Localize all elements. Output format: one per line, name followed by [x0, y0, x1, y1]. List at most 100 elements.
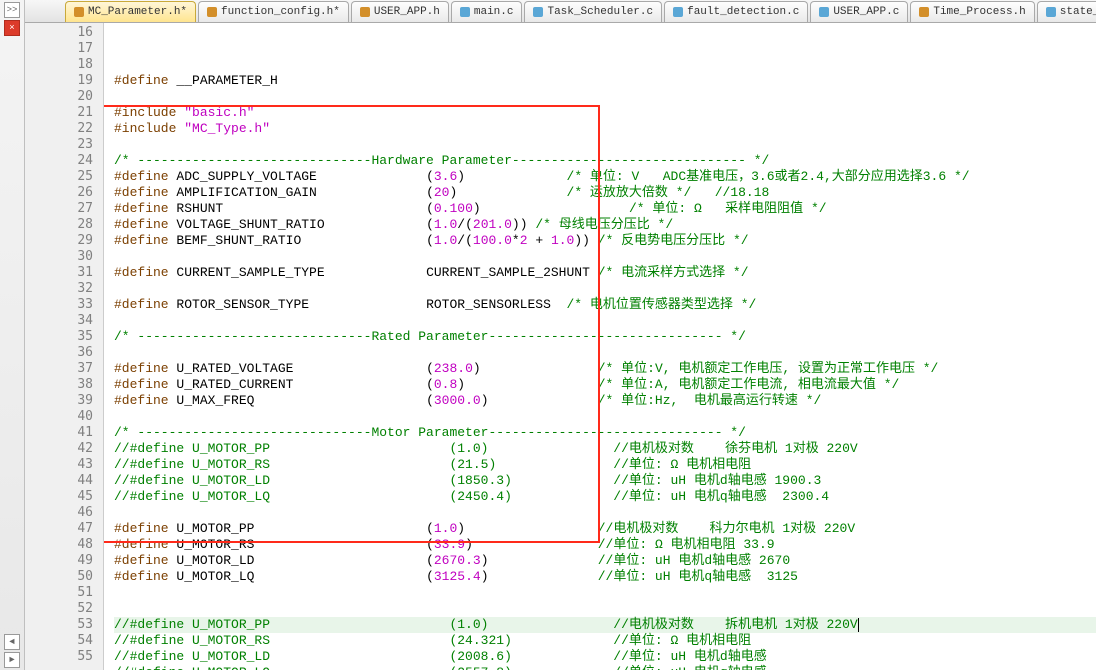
code-line[interactable]: //#define U_MOTOR_RS (24.321) //单位: Ω 电机…: [114, 633, 1096, 649]
line-number: 47: [25, 521, 93, 537]
line-number: 31: [25, 265, 93, 281]
tab-label: fault_detection.c: [687, 6, 799, 18]
toolbar-close-button[interactable]: ×: [4, 20, 20, 36]
toolbar-expand-icon[interactable]: >>: [4, 2, 20, 18]
line-number: 48: [25, 537, 93, 553]
code-line[interactable]: //#define U_MOTOR_LD (2008.6) //单位: uH 电…: [114, 649, 1096, 665]
line-number: 38: [25, 377, 93, 393]
code-line[interactable]: #define CURRENT_SAMPLE_TYPE CURRENT_SAMP…: [114, 265, 1096, 281]
editor-root: >> × ◄ ► MC_Parameter.h* function_config.…: [0, 0, 1096, 670]
line-number: 32: [25, 281, 93, 297]
code-line[interactable]: #define U_MOTOR_RS (33.9) //单位: Ω 电机相电阻 …: [114, 537, 1096, 553]
file-type-icon: [207, 7, 217, 17]
tab-label: USER_APP.h: [374, 6, 440, 18]
tab-label: Time_Process.h: [933, 6, 1025, 18]
code-line[interactable]: #define ADC_SUPPLY_VOLTAGE (3.6) /* 单位: …: [114, 169, 1096, 185]
line-number: 29: [25, 233, 93, 249]
code-line[interactable]: #define __PARAMETER_H: [114, 73, 1096, 89]
line-number: 45: [25, 489, 93, 505]
code-line[interactable]: #include "MC_Type.h": [114, 121, 1096, 137]
line-number: 46: [25, 505, 93, 521]
code-line[interactable]: #define ROTOR_SENSOR_TYPE ROTOR_SENSORLE…: [114, 297, 1096, 313]
code-line[interactable]: /* ------------------------------Motor P…: [114, 425, 1096, 441]
line-number: 40: [25, 409, 93, 425]
code-line[interactable]: #define BEMF_SHUNT_RATIO (1.0/(100.0*2 +…: [114, 233, 1096, 249]
tab-0[interactable]: MC_Parameter.h*: [65, 1, 196, 22]
code-line[interactable]: #define U_MOTOR_LQ (3125.4) //单位: uH 电机q…: [114, 569, 1096, 585]
code-editor[interactable]: 1617181920212223242526272829303132333435…: [25, 23, 1096, 670]
line-number: 34: [25, 313, 93, 329]
tab-7[interactable]: Time_Process.h: [910, 1, 1034, 22]
line-number: 39: [25, 393, 93, 409]
tab-3[interactable]: main.c: [451, 1, 523, 22]
code-line[interactable]: #define RSHUNT (0.100) /* 单位: Ω 采样电阻阻值 *…: [114, 201, 1096, 217]
tab-2[interactable]: USER_APP.h: [351, 1, 449, 22]
code-line[interactable]: [114, 505, 1096, 521]
code-line[interactable]: //#define U_MOTOR_LQ (2557.8) //单位: uH 电…: [114, 665, 1096, 670]
code-line[interactable]: #define AMPLIFICATION_GAIN (20) /* 运放放大倍…: [114, 185, 1096, 201]
code-line[interactable]: /* ------------------------------Rated P…: [114, 329, 1096, 345]
file-type-icon: [1046, 7, 1056, 17]
code-line[interactable]: [114, 137, 1096, 153]
code-line[interactable]: #define U_MOTOR_PP (1.0) //电机极对数 科力尔电机 1…: [114, 521, 1096, 537]
tab-6[interactable]: USER_APP.c: [810, 1, 908, 22]
code-line[interactable]: [114, 345, 1096, 361]
code-line[interactable]: [114, 281, 1096, 297]
code-line[interactable]: #define VOLTAGE_SHUNT_RATIO (1.0/(201.0)…: [114, 217, 1096, 233]
code-line[interactable]: //#define U_MOTOR_PP (1.0) //电机极对数 徐芬电机 …: [114, 441, 1096, 457]
tab-label: function_config.h*: [221, 6, 340, 18]
tab-label: MC_Parameter.h*: [88, 6, 187, 18]
code-line[interactable]: [114, 601, 1096, 617]
tab-label: main.c: [474, 6, 514, 18]
code-line[interactable]: #include "basic.h": [114, 105, 1096, 121]
code-line[interactable]: //#define U_MOTOR_RS (21.5) //单位: Ω 电机相电…: [114, 457, 1096, 473]
line-number: 42: [25, 441, 93, 457]
code-line[interactable]: /* ------------------------------Hardwar…: [114, 153, 1096, 169]
code-line[interactable]: [114, 313, 1096, 329]
line-number: 49: [25, 553, 93, 569]
line-number-gutter: 1617181920212223242526272829303132333435…: [25, 23, 104, 670]
line-number: 30: [25, 249, 93, 265]
file-type-icon: [74, 7, 84, 17]
file-type-icon: [673, 7, 683, 17]
code-line[interactable]: [114, 89, 1096, 105]
tab-8[interactable]: state_machine: [1037, 1, 1096, 22]
line-number: 54: [25, 633, 93, 649]
code-line[interactable]: [114, 249, 1096, 265]
code-line[interactable]: [114, 585, 1096, 601]
code-line[interactable]: #define U_MAX_FREQ (3000.0) /* 单位:Hz, 电机…: [114, 393, 1096, 409]
code-line[interactable]: #define U_MOTOR_LD (2670.3) //单位: uH 电机d…: [114, 553, 1096, 569]
code-area[interactable]: #define __PARAMETER_H#include "basic.h"#…: [104, 23, 1096, 670]
code-line[interactable]: //#define U_MOTOR_LQ (2450.4) //单位: uH 电…: [114, 489, 1096, 505]
line-number: 55: [25, 649, 93, 665]
line-number: 51: [25, 585, 93, 601]
file-type-icon: [919, 7, 929, 17]
tab-label: USER_APP.c: [833, 6, 899, 18]
scroll-right-icon[interactable]: ►: [4, 652, 20, 668]
code-line[interactable]: [114, 409, 1096, 425]
line-number: 23: [25, 137, 93, 153]
tab-1[interactable]: function_config.h*: [198, 1, 349, 22]
line-number: 16: [25, 25, 93, 41]
line-number: 21: [25, 105, 93, 121]
tab-label: state_machine: [1060, 6, 1096, 18]
code-line[interactable]: //#define U_MOTOR_LD (1850.3) //单位: uH 电…: [114, 473, 1096, 489]
tab-label: Task_Scheduler.c: [547, 6, 653, 18]
text-caret: [858, 618, 859, 632]
code-line[interactable]: #define U_RATED_CURRENT (0.8) /* 单位:A, 电…: [114, 377, 1096, 393]
scroll-left-icon[interactable]: ◄: [4, 634, 20, 650]
line-number: 25: [25, 169, 93, 185]
line-number: 43: [25, 457, 93, 473]
line-number: 28: [25, 217, 93, 233]
line-number: 53: [25, 617, 93, 633]
code-line[interactable]: //#define U_MOTOR_PP (1.0) //电机极对数 拆机电机 …: [114, 617, 1096, 633]
code-line[interactable]: #define U_RATED_VOLTAGE (238.0) /* 单位:V,…: [114, 361, 1096, 377]
line-number: 52: [25, 601, 93, 617]
tab-4[interactable]: Task_Scheduler.c: [524, 1, 662, 22]
line-number: 37: [25, 361, 93, 377]
tab-bar: MC_Parameter.h* function_config.h* USER_AP…: [25, 0, 1096, 23]
line-number: 35: [25, 329, 93, 345]
line-number: 24: [25, 153, 93, 169]
line-number: 33: [25, 297, 93, 313]
tab-5[interactable]: fault_detection.c: [664, 1, 808, 22]
